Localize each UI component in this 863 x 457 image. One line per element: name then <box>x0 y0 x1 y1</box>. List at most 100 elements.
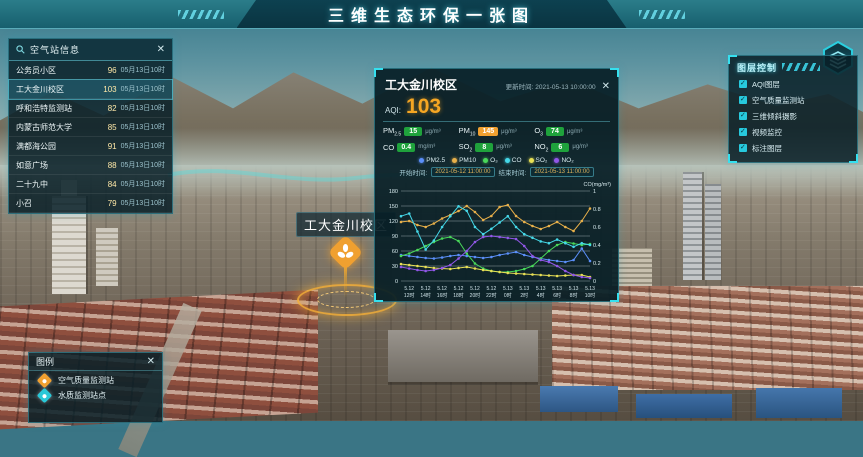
chart-legend-item[interactable]: CO <box>505 157 522 164</box>
checkbox-checked-icon[interactable] <box>739 128 747 136</box>
station-row[interactable]: 公务员小区9605月13日10时 <box>9 61 172 80</box>
data-point <box>408 252 411 255</box>
data-point <box>416 230 419 233</box>
data-point <box>572 230 575 233</box>
data-point <box>457 205 460 208</box>
data-point <box>474 256 477 259</box>
checkbox-checked-icon[interactable] <box>739 112 747 120</box>
data-point <box>548 250 551 253</box>
data-point <box>498 271 501 274</box>
data-point <box>490 215 493 218</box>
station-row[interactable]: 内蒙古师范大学8505月13日10时 <box>9 118 172 137</box>
station-aqi-value: 88 <box>103 161 117 170</box>
data-point <box>564 274 567 277</box>
data-point <box>564 226 567 229</box>
checkbox-checked-icon[interactable] <box>739 144 747 152</box>
layer-toggle-row[interactable]: AQI图层 <box>729 76 857 92</box>
x-tick-hour: 0时 <box>504 292 512 299</box>
station-time: 05月13日10时 <box>121 160 165 170</box>
close-icon[interactable]: ✕ <box>157 45 165 55</box>
legend-dot-icon <box>554 158 559 163</box>
checkbox-checked-icon[interactable] <box>739 96 747 104</box>
data-point <box>433 257 436 260</box>
station-detail-popup: 工大金川校区 更新时间: 2021-05-13 10:00:00 ✕ AQI: … <box>374 68 619 302</box>
station-row[interactable]: 小召7905月13日10时 <box>9 194 172 213</box>
station-time: 05月13日10时 <box>121 198 165 208</box>
chart-legend-item[interactable]: O₃ <box>483 157 498 164</box>
station-list-panel: 空气站信息 ✕ 公务员小区9605月13日10时工大金川校区10305月13日1… <box>8 38 173 214</box>
station-name: 呼和浩特监测站 <box>16 103 99 114</box>
y-left-tick: 60 <box>392 249 398 255</box>
x-tick-hour: 18时 <box>453 292 464 299</box>
legend-label: CO <box>512 157 522 164</box>
popup-header: 工大金川校区 更新时间: 2021-05-13 10:00:00 ✕ <box>375 69 618 95</box>
close-icon[interactable]: ✕ <box>602 82 610 92</box>
pollutant-name: CO <box>383 143 394 152</box>
data-point <box>465 266 468 269</box>
x-tick-hour: 8时 <box>570 292 578 299</box>
legend-rows: 空气质量监测站水质监测站点 <box>29 371 162 401</box>
data-point <box>515 272 518 275</box>
data-point <box>556 244 559 247</box>
legend-dot-icon <box>483 158 488 163</box>
x-tick-hour: 16时 <box>437 292 448 299</box>
data-point <box>465 210 468 213</box>
station-name: 小召 <box>16 198 99 209</box>
layer-toggle-row[interactable]: 视频监控 <box>729 124 857 140</box>
station-row[interactable]: 满都海公园9105月13日10时 <box>9 137 172 156</box>
layer-toggle-row[interactable]: 三维倾斜摄影 <box>729 108 857 124</box>
start-time-input[interactable]: 2021-05-12 11:00:00 <box>431 167 494 177</box>
close-icon[interactable]: ✕ <box>147 357 155 367</box>
data-point <box>580 247 583 250</box>
station-aqi-value: 91 <box>103 142 117 151</box>
data-point <box>507 204 510 207</box>
checkbox-checked-icon[interactable] <box>739 80 747 88</box>
legend-label: PM2.5 <box>426 157 445 164</box>
layer-toggle-row[interactable]: 空气质量监测站 <box>729 92 857 108</box>
chart-legend-item[interactable]: PM2.5 <box>419 157 445 164</box>
station-row[interactable]: 工大金川校区10305月13日10时 <box>9 80 172 99</box>
legend-dot-icon <box>529 158 534 163</box>
data-point <box>498 221 501 224</box>
station-list-header: 空气站信息 ✕ <box>9 39 172 61</box>
x-tick-hour: 6时 <box>553 292 561 299</box>
station-row[interactable]: 如意广场8805月13日10时 <box>9 156 172 175</box>
data-point <box>433 222 436 225</box>
data-point <box>564 242 567 245</box>
legend-item-label: 空气质量监测站 <box>58 375 114 386</box>
chart-legend-item[interactable]: SO₂ <box>529 157 548 164</box>
pollutant-value: 0.4 <box>397 143 415 152</box>
end-time-input[interactable]: 2021-05-13 11:00:00 <box>530 167 593 177</box>
x-tick-day: 5.13 <box>503 286 513 292</box>
data-point <box>556 221 559 224</box>
data-point <box>539 228 542 231</box>
marker-beam <box>344 266 347 298</box>
station-row[interactable]: 呼和浩特监测站8205月13日10时 <box>9 99 172 118</box>
layer-toggle-row[interactable]: 标注图层 <box>729 140 857 156</box>
data-point <box>457 240 460 243</box>
data-point <box>507 237 510 240</box>
data-point <box>539 259 542 262</box>
data-point <box>400 263 403 266</box>
chart-legend-item[interactable]: NO₂ <box>554 157 573 164</box>
station-aqi-value: 82 <box>103 104 117 113</box>
corner-decoration <box>849 154 858 163</box>
legend-dot-icon <box>452 158 457 163</box>
y-right-tick: 0.6 <box>593 225 601 231</box>
x-tick-hour: 2时 <box>520 292 528 299</box>
pollutant-unit: mg/m³ <box>418 144 435 150</box>
building <box>705 184 721 280</box>
chart-legend-item[interactable]: PM10 <box>452 157 476 164</box>
map-legend-panel: 图例 ✕ 空气质量监测站水质监测站点 <box>28 352 163 423</box>
station-row[interactable]: 二十九中8405月13日10时 <box>9 175 172 194</box>
data-point <box>465 205 468 208</box>
data-point <box>474 241 477 244</box>
station-name: 内蒙古师范大学 <box>16 122 99 133</box>
data-point <box>507 272 510 275</box>
data-point <box>408 255 411 258</box>
x-tick-day: 5.12 <box>404 286 414 292</box>
data-point <box>531 237 534 240</box>
data-point <box>482 269 485 272</box>
station-pin-icon[interactable] <box>328 235 363 270</box>
layer-label: 视频监控 <box>752 127 782 138</box>
